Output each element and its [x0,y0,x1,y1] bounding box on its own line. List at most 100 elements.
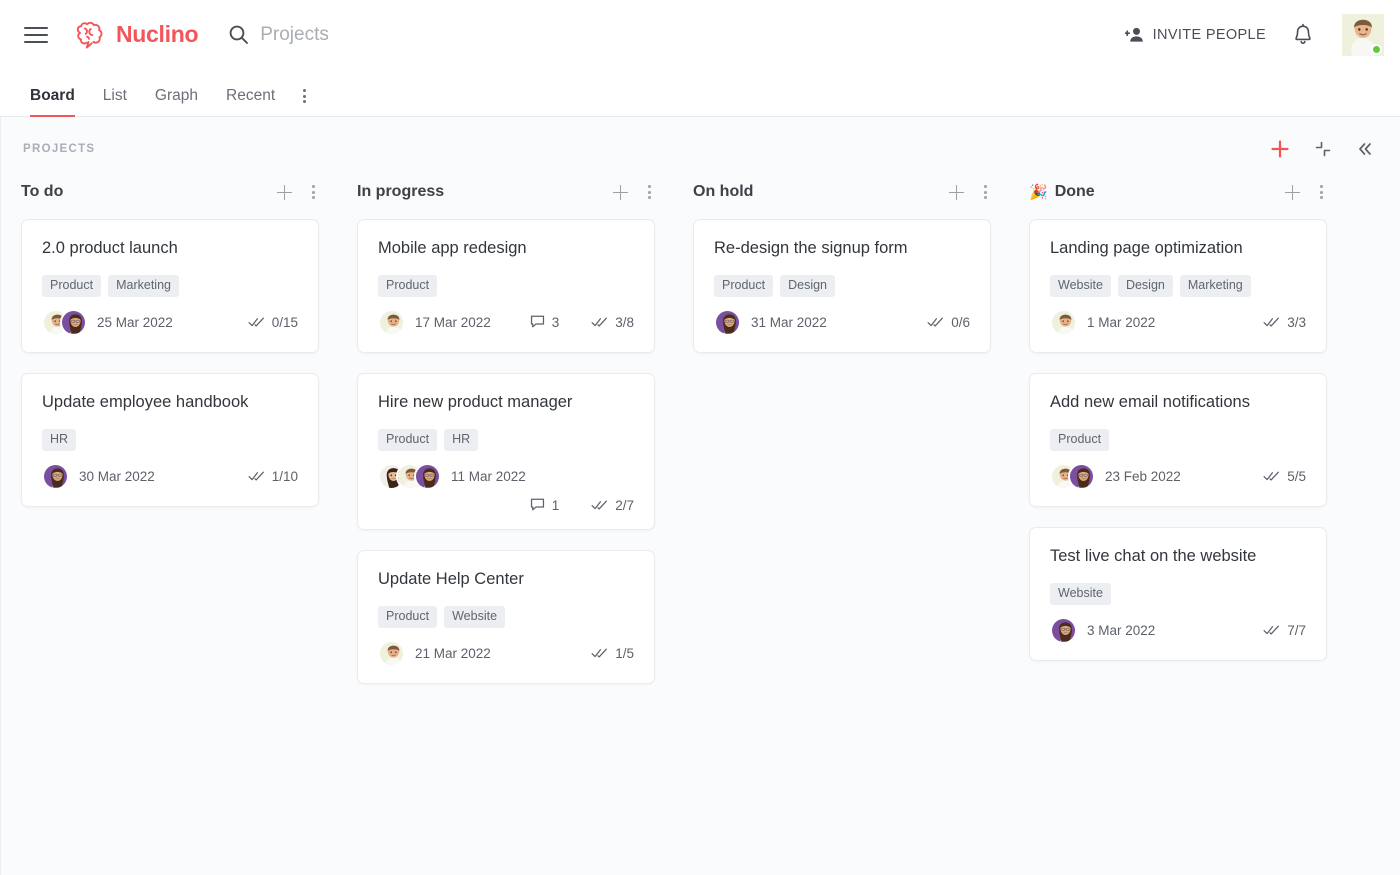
card-tag[interactable]: Marketing [108,275,179,297]
card-tag[interactable]: Website [1050,583,1111,605]
board-card[interactable]: 2.0 product launch Product Marketing 25 M… [21,219,319,353]
tab-recent-label: Recent [226,87,276,104]
card-tag[interactable]: Website [1050,275,1111,297]
board-card[interactable]: Re-design the signup form Product Design … [693,219,991,353]
card-tag[interactable]: Product [1050,429,1110,451]
column-more-options-icon[interactable] [1320,185,1323,199]
board-card[interactable]: Landing page optimization Website Design M… [1029,219,1327,353]
search-input[interactable] [260,23,681,46]
card-footer: 31 Mar 2022 0/6 [714,308,970,336]
double-check-icon [1263,471,1280,481]
double-chevron-left-icon [1359,143,1371,155]
column-tools [949,184,987,200]
column-header: In progress [357,181,655,203]
hide-sidebar-button[interactable] [1356,140,1374,158]
card-avatars [1050,616,1077,644]
card-date: 11 Mar 2022 [451,468,526,484]
board-card[interactable]: Update Help Center Product Website 21 Mar… [357,549,655,684]
column-more-options-icon[interactable] [648,185,651,199]
search-icon [228,24,249,45]
board-card[interactable]: Hire new product manager Product HR 11 M… [357,372,655,530]
task-count-value: 3/8 [615,314,634,330]
card-tags: HR [42,429,298,451]
column-more-options-icon[interactable] [312,185,315,199]
card-tag[interactable]: Marketing [1179,275,1251,297]
brand-logo-link[interactable]: Nuclino [74,20,199,50]
card-footer: 17 Mar 2022 3 3/8 [378,308,634,336]
tabs-more-options-icon[interactable] [289,89,320,116]
column-tools [277,184,315,200]
card-date: 1 Mar 2022 [1087,314,1156,330]
tab-graph[interactable]: Graph [141,87,212,116]
card-tag[interactable]: Design [780,275,836,297]
comment-bubble-icon [530,498,544,511]
column-add-card-button[interactable] [1285,184,1300,200]
hamburger-menu-icon[interactable] [24,22,50,48]
tab-board[interactable]: Board [24,87,89,117]
card-footer: 3 Mar 2022 7/7 [1050,616,1306,644]
card-comment-count: 3 [530,315,559,330]
card-avatar [378,639,405,667]
card-footer: 30 Mar 2022 1/10 [42,462,298,490]
tab-list-label: List [102,87,127,104]
card-avatars [378,308,405,336]
card-tag[interactable]: Product [714,275,774,297]
card-comment-count: 1 [530,498,559,513]
card-tag[interactable]: HR [444,429,479,451]
card-date: 31 Mar 2022 [751,314,827,330]
card-task-count: 1/10 [248,469,298,484]
task-count-value: 1/10 [271,468,298,484]
card-title: Re-design the signup form [714,239,908,257]
card-avatars [1050,308,1077,336]
column-title: In progress [357,183,444,201]
card-avatars [42,462,69,490]
column-more-options-icon[interactable] [984,185,987,199]
card-date: 25 Mar 2022 [97,314,173,330]
board-card[interactable]: Mobile app redesign Product 17 Mar 2022 … [357,219,655,353]
card-title: Add new email notifications [1050,392,1250,411]
column-add-card-button[interactable] [613,184,628,200]
bell-icon[interactable] [1292,23,1314,47]
card-date: 23 Feb 2022 [1105,468,1181,484]
board-card[interactable]: Add new email notifications Product 23 F… [1029,372,1327,507]
card-tag[interactable]: Product [378,429,438,451]
view-tabs: Board List Graph Recent [0,69,1400,117]
task-count-value: 7/7 [1287,622,1306,638]
card-avatars [714,308,741,336]
card-title: Test live chat on the website [1050,546,1257,565]
avatar-image [1340,11,1384,56]
column-card-list: Landing page optimization Website Design M… [1029,219,1327,661]
card-avatars [378,462,441,490]
collapse-all-button[interactable] [1314,140,1332,158]
user-avatar[interactable] [1340,11,1384,56]
column-card-list: Re-design the signup form Product Design … [693,219,991,353]
add-item-button[interactable] [1270,139,1290,159]
plus-icon [1271,140,1289,158]
card-avatar [414,462,441,490]
comment-bubble-icon [530,316,544,328]
card-tag[interactable]: Product [378,606,438,628]
card-tag[interactable]: HR [42,429,77,451]
tab-recent[interactable]: Recent [212,87,289,116]
card-tag[interactable]: Product [378,275,438,297]
card-tag[interactable]: Design [1117,275,1173,297]
invite-people-label: INVITE PEOPLE [1152,26,1266,43]
double-check-icon [591,648,608,658]
tab-list[interactable]: List [89,87,141,116]
board-card[interactable]: Test live chat on the website Website 3 … [1029,526,1327,661]
task-count-value: 1/5 [615,645,634,661]
search-bar[interactable] [228,23,1124,46]
board-card[interactable]: Update employee handbook HR 30 Mar 2022 … [21,372,319,507]
card-task-count: 7/7 [1263,623,1306,638]
card-tag[interactable]: Product [42,275,102,297]
invite-people-button[interactable]: INVITE PEOPLE [1124,26,1266,44]
card-task-count: 5/5 [1263,469,1306,484]
column-add-card-button[interactable] [949,184,964,200]
column-add-card-button[interactable] [277,184,292,200]
card-tags: Product HR [378,429,634,451]
tab-graph-label: Graph [154,87,199,104]
board-column-to-do: To do 2.0 product launch Product Marketin… [1,181,337,704]
card-tag[interactable]: Website [444,606,506,628]
page-title: PROJECTS [23,143,96,155]
task-count-value: 5/5 [1287,468,1306,484]
